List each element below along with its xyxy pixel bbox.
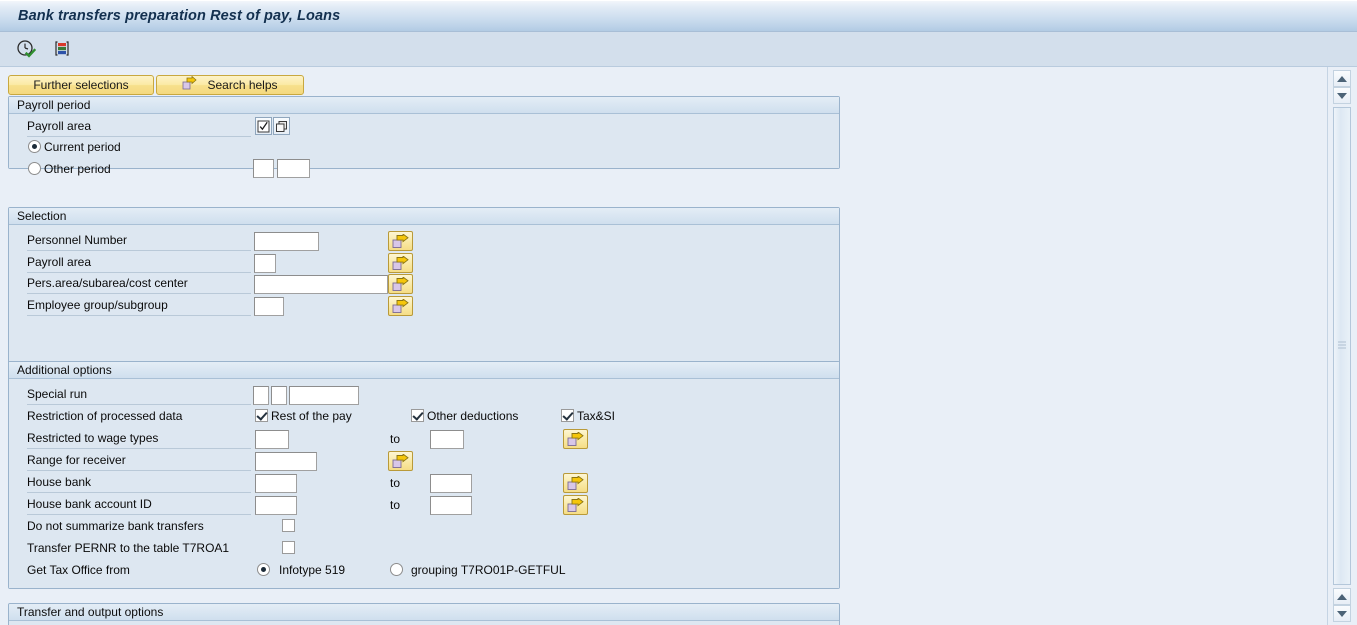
- transfer-output-options-header: Transfer and output options: [9, 604, 839, 621]
- special-run-input-2[interactable]: [271, 386, 287, 405]
- range-for-receiver-input[interactable]: [255, 452, 317, 471]
- further-selections-button[interactable]: Further selections: [8, 75, 154, 95]
- scroll-page-up-button[interactable]: [1333, 588, 1351, 605]
- wage-types-to-input[interactable]: [430, 430, 464, 449]
- tax-office-radio-infotype-519[interactable]: [257, 563, 270, 576]
- vertical-scrollbar[interactable]: [1327, 67, 1357, 625]
- restriction-checkbox-other-deductions[interactable]: [411, 409, 424, 422]
- transfer-pernr-label: Transfer PERNR to the table T7ROA1: [27, 541, 230, 555]
- selection-payroll-area-input[interactable]: [254, 254, 276, 273]
- sap-selection-screen: Bank transfers preparation Rest of pay, …: [0, 0, 1357, 625]
- transfer-pernr-checkbox[interactable]: [282, 541, 295, 554]
- other-period-input-1[interactable]: [253, 159, 274, 178]
- scrollbar-thumb[interactable]: [1333, 107, 1351, 585]
- other-period-input-2[interactable]: [277, 159, 310, 178]
- window-title-bar: Bank transfers preparation Rest of pay, …: [0, 0, 1357, 32]
- pers-area-subarea-cost-center-label: Pers.area/subarea/cost center: [27, 272, 251, 294]
- selection-screen-canvas: Further selections Search helps Payroll …: [0, 67, 1327, 625]
- house-bank-label: House bank: [27, 471, 251, 493]
- wage-types-multiple-selection-button[interactable]: [563, 429, 588, 449]
- selection-payroll-area-multiple-selection-button[interactable]: [388, 253, 413, 273]
- range-for-receiver-label: Range for receiver: [27, 449, 251, 471]
- restriction-label-tax-si: Tax&SI: [577, 409, 616, 423]
- page-title: Bank transfers preparation Rest of pay, …: [18, 8, 341, 24]
- payroll-period-group: Payroll period Payroll area Current peri…: [8, 96, 840, 178]
- range-for-receiver-multiple-selection-button[interactable]: [388, 451, 413, 471]
- employee-group-subgroup-label: Employee group/subgroup: [27, 294, 251, 316]
- tax-office-radio-grouping[interactable]: [390, 563, 403, 576]
- other-period-label: Other period: [44, 162, 111, 176]
- application-toolbar: © www.tutorialkart.com: [0, 32, 1357, 95]
- personnel-number-input[interactable]: [254, 232, 319, 251]
- house-bank-from-input[interactable]: [255, 474, 297, 493]
- special-run-input-3[interactable]: [289, 386, 359, 405]
- additional-options-group: Additional options Special run Restricti…: [8, 361, 840, 589]
- personnel-number-label: Personnel Number: [27, 229, 251, 251]
- search-helps-label: Search helps: [207, 78, 278, 92]
- house-bank-account-id-label: House bank account ID: [27, 493, 251, 515]
- variant-layout-icon[interactable]: [50, 37, 74, 61]
- restricted-to-wage-types-label: Restricted to wage types: [27, 427, 251, 449]
- restriction-checkbox-tax-si[interactable]: [561, 409, 574, 422]
- search-help-arrow-icon: [182, 75, 198, 94]
- search-helps-button[interactable]: Search helps: [156, 75, 304, 95]
- payroll-area-check-icon[interactable]: [255, 117, 272, 135]
- wage-types-from-input[interactable]: [255, 430, 289, 449]
- house-bank-account-to-label: to: [390, 498, 401, 512]
- other-period-radio[interactable]: [28, 162, 41, 175]
- restriction-of-processed-data-label: Restriction of processed data: [27, 409, 183, 423]
- scroll-page-down-button[interactable]: [1333, 605, 1351, 622]
- chevron-up-icon-bottom: [1337, 593, 1347, 600]
- house-bank-account-multiple-selection-button[interactable]: [563, 495, 588, 515]
- payroll-period-header: Payroll period: [9, 97, 839, 114]
- execute-clock-icon[interactable]: [14, 37, 38, 61]
- do-not-summarize-checkbox[interactable]: [282, 519, 295, 532]
- current-period-label: Current period: [44, 140, 121, 154]
- personnel-number-multiple-selection-button[interactable]: [388, 231, 413, 251]
- chevron-down-icon-bottom: [1337, 610, 1347, 617]
- selection-payroll-area-label: Payroll area: [27, 251, 251, 273]
- employee-group-multiple-selection-button[interactable]: [388, 296, 413, 316]
- do-not-summarize-label: Do not summarize bank transfers: [27, 519, 204, 533]
- special-run-input-1[interactable]: [253, 386, 269, 405]
- additional-options-header: Additional options: [9, 362, 839, 379]
- house-bank-to-label: to: [390, 476, 401, 490]
- transfer-output-options-group: Transfer and output options: [8, 603, 840, 625]
- tax-office-label-grouping: grouping T7RO01P-GETFUL: [411, 563, 566, 577]
- restriction-checkbox-rest-of-the-pay[interactable]: [255, 409, 268, 422]
- house-bank-account-from-input[interactable]: [255, 496, 297, 515]
- house-bank-multiple-selection-button[interactable]: [563, 473, 588, 493]
- pers-area-subarea-cost-center-input[interactable]: [254, 275, 388, 294]
- current-period-radio[interactable]: [28, 140, 41, 153]
- house-bank-to-input[interactable]: [430, 474, 472, 493]
- chevron-up-icon: [1337, 75, 1347, 82]
- further-selections-label: Further selections: [33, 78, 129, 92]
- scrollbar-grip-icon: [1338, 341, 1346, 351]
- tax-office-label-infotype-519: Infotype 519: [279, 563, 346, 577]
- payroll-area-multiple-selection-icon[interactable]: [273, 117, 290, 135]
- scroll-down-button[interactable]: [1333, 87, 1351, 104]
- house-bank-account-to-input[interactable]: [430, 496, 472, 515]
- selection-buttons-row: Further selections Search helps: [8, 75, 304, 95]
- chevron-down-icon: [1337, 92, 1347, 99]
- restriction-label-rest-of-the-pay: Rest of the pay: [271, 409, 352, 423]
- selection-header: Selection: [9, 208, 839, 225]
- restriction-label-other-deductions: Other deductions: [427, 409, 519, 423]
- employee-group-subgroup-input[interactable]: [254, 297, 284, 316]
- special-run-label: Special run: [27, 383, 251, 405]
- wage-types-to-label: to: [390, 432, 401, 446]
- scroll-up-button[interactable]: [1333, 70, 1351, 87]
- pers-area-multiple-selection-button[interactable]: [388, 274, 413, 294]
- payroll-area-label: Payroll area: [27, 115, 251, 137]
- get-tax-office-from-label: Get Tax Office from: [27, 563, 130, 577]
